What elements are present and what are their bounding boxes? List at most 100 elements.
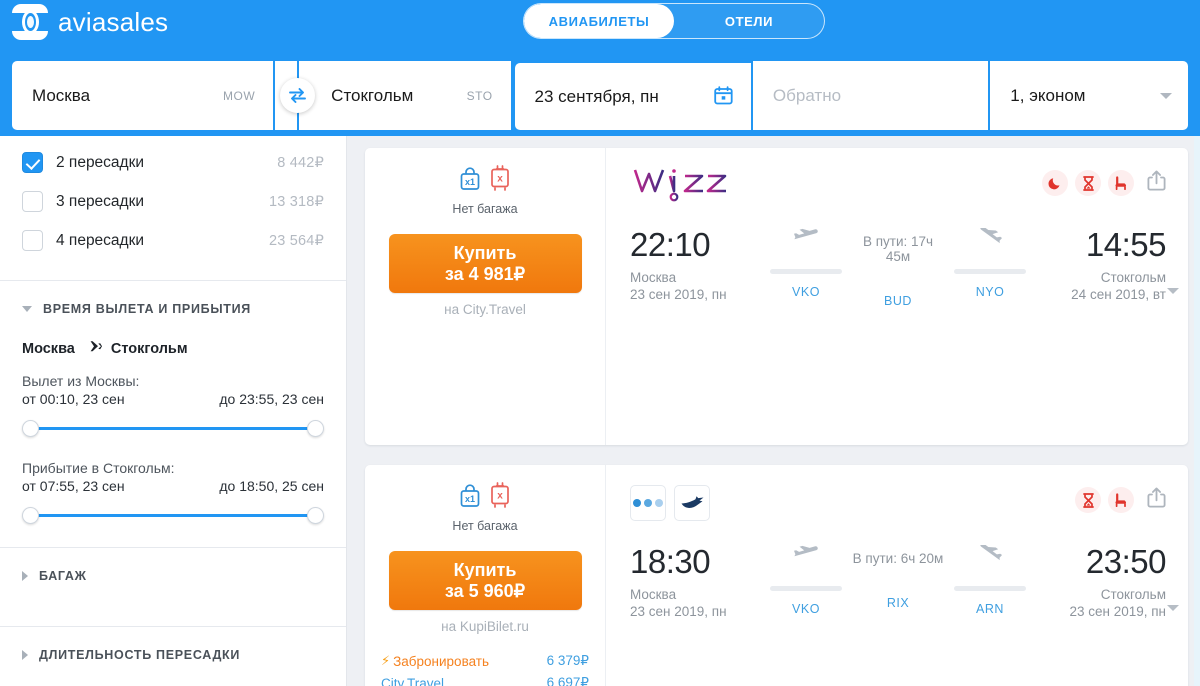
buy-button[interactable]: Купить за 4 981₽ [388,234,582,293]
alternative-offers: ⚡ Забронировать 6 379₽ City.Travel 6 697… [381,650,589,686]
page-body: 2 пересадки 8 442₽ 3 пересадки 13 318₽ 4… [0,136,1200,686]
card-purchase-panel: x1 x Нет багажа Купить [365,148,606,445]
departure-city: Москва [630,587,677,602]
slider-handle-max[interactable] [307,507,324,524]
carry-on-bag-icon: x1 [458,166,482,197]
section-title: БАГАЖ [39,569,87,583]
slider-handle-min[interactable] [22,420,39,437]
depart-date-field[interactable]: 23 сентября, пн [514,63,751,130]
flight-duration: В пути: 6ч 20м [852,551,944,566]
tab-flights[interactable]: АВИАБИЛЕТЫ [524,4,674,38]
checkbox-2-stops[interactable] [22,152,43,173]
return-date-field[interactable]: Обратно [752,61,989,130]
slider-handle-max[interactable] [307,420,324,437]
section-departure-arrival-time[interactable]: ВРЕМЯ ВЫЛЕТА И ПРИБЫТИЯ [0,281,346,316]
arrival-time: 14:55 [1085,226,1167,263]
stopover-airport-code: BUD [884,294,912,308]
buy-button-price: за 4 981₽ [444,263,526,284]
card-purchase-panel: x1 x Нет багажа Купить [365,465,606,686]
share-icon[interactable] [1147,170,1166,196]
brand-name: aviasales [58,6,169,37]
wizz-logo [630,164,738,209]
section-layover-duration: ДЛИТЕЛЬНОСТЬ ПЕРЕСАДКИ [0,626,346,683]
offer-label: City.Travel [381,675,445,686]
header-tabs: АВИАБИЛЕТЫ ОТЕЛИ [523,3,825,39]
section-title: ДЛИТЕЛЬНОСТЬ ПЕРЕСАДКИ [39,648,241,662]
itinerary-segment: 22:10 Москва 23 сен 2019, пн VKO В пути:… [630,226,1167,308]
stops-filter-row[interactable]: 3 пересадки 13 318₽ [22,182,324,221]
departure-time: 22:10 [630,226,711,263]
swap-directions-button[interactable] [263,57,332,134]
uncomfortable-seat-icon[interactable] [1108,170,1134,196]
buy-button-label: Купить [453,560,517,581]
baggage-icons: x1 x [458,481,512,514]
checkbox-4-stops[interactable] [22,230,43,251]
passengers-field[interactable]: 1, эконом [990,61,1188,130]
svg-text:x1: x1 [465,494,475,504]
flight-card[interactable]: x1 x Нет багажа Купить [365,148,1188,445]
caret-down-icon [22,306,32,312]
dots-logo [630,485,666,521]
stops-filter-row[interactable]: 2 пересадки 8 442₽ [22,143,324,182]
arrival-time-slider[interactable] [22,507,324,525]
share-icon[interactable] [1147,487,1166,513]
card-itinerary-panel: 18:30 Москва 23 сен 2019, пн VKO В пути:… [606,465,1188,686]
departure-airport-code: VKO [792,285,820,299]
departure-airport-block: VKO [762,228,850,299]
uncomfortable-seat-icon[interactable] [1108,487,1134,513]
return-date-placeholder: Обратно [772,85,842,105]
departure-time: 18:30 [630,543,711,580]
long-layover-icon[interactable] [1075,487,1101,513]
slider-to-value: до 23:55, 23 сен [219,391,324,407]
departure-city: Москва [630,270,677,285]
offer-name: ⚡ Забронировать [381,653,489,669]
stops-filter-row[interactable]: 4 пересадки 23 564₽ [22,221,324,260]
section-title: ВРЕМЯ ВЫЛЕТА И ПРИБЫТИЯ [43,302,251,316]
card-itinerary-panel: 22:10 Москва 23 сен 2019, пн VKO В пути:… [606,148,1188,445]
long-layover-icon[interactable] [1075,170,1101,196]
results-scrollbar[interactable] [1194,136,1200,686]
slider-handle-min[interactable] [22,507,39,524]
buy-button[interactable]: Купить за 5 960₽ [388,551,582,610]
svg-text:x1: x1 [465,177,475,187]
departure-airport-block: VKO [762,545,850,616]
agency-name: на City.Travel [444,302,526,317]
section-layover-duration-header[interactable]: ДЛИТЕЛЬНОСТЬ ПЕРЕСАДКИ [0,627,346,683]
arrival-date: 23 сен 2019, пн [1069,604,1166,619]
offer-row[interactable]: ⚡ Забронировать 6 379₽ [381,650,589,672]
offer-row[interactable]: City.Travel 6 697₽ [381,672,589,686]
arrival-time: 23:50 [1085,543,1167,580]
route-from: Москва [22,340,75,357]
itinerary-segment: 18:30 Москва 23 сен 2019, пн VKO В пути:… [630,543,1167,619]
caret-right-icon [22,650,28,660]
arrival-city: Стокгольм [1100,587,1166,602]
chevron-down-icon[interactable] [1167,605,1179,611]
section-baggage-header[interactable]: БАГАЖ [0,548,346,604]
flight-warning-flags [1042,170,1166,196]
route-middle: VKO В пути: 17ч 45м BUD NYO [762,226,1034,308]
baggage-note: Нет багажа [452,202,518,216]
caret-right-icon [22,571,28,581]
flight-card[interactable]: x1 x Нет багажа Купить [365,465,1188,686]
aviasales-logo-icon [9,4,51,40]
origin-field[interactable]: Москва MOW [12,61,274,130]
night-flight-icon[interactable] [1042,170,1068,196]
agency-name: на KupiBilet.ru [441,619,529,634]
arrival-airport-code: ARN [976,602,1004,616]
tab-hotels[interactable]: ОТЕЛИ [674,4,824,38]
chevron-down-icon[interactable] [1167,288,1179,294]
route-bar [954,586,1026,591]
departure-block: 18:30 Москва 23 сен 2019, пн [630,545,762,619]
brand[interactable]: aviasales [9,4,169,40]
departure-time-slider[interactable] [22,420,324,438]
arrival-date: 24 сен 2019, вт [1071,287,1166,302]
section-baggage: БАГАЖ [0,547,346,604]
offer-label: Забронировать [393,653,490,669]
passengers-value: 1, эконом [1010,85,1086,105]
slider-from-value: от 07:55, 23 сен [22,478,125,494]
route-middle: VKO В пути: 6ч 20м RIX ARN [762,543,1034,616]
checkbox-3-stops[interactable] [22,191,43,212]
landing-icon [976,543,1004,565]
departure-time-slider-group: Вылет из Москвы: от 00:10, 23 сен до 23:… [0,357,346,438]
svg-text:x: x [497,174,503,185]
